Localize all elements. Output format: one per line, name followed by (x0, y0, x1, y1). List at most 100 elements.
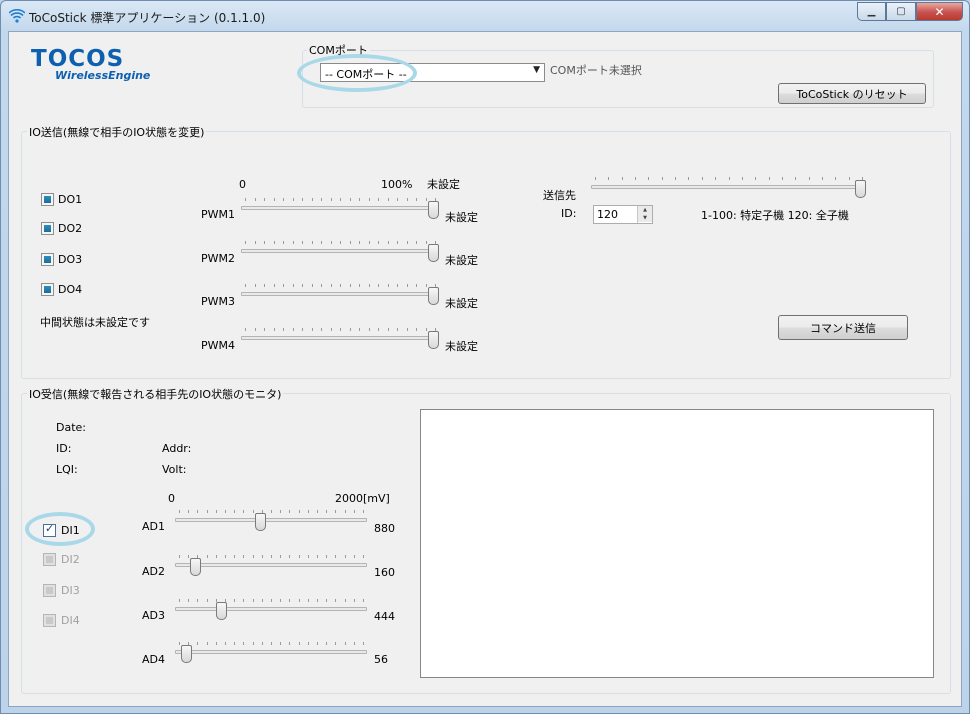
pwm1-slider[interactable] (241, 198, 439, 222)
slider-tick (397, 241, 398, 244)
io-send-group-label: IO送信(無線で相手のIO状態を変更) (27, 124, 207, 140)
slider-tick (344, 642, 346, 645)
reset-tocostick-button[interactable]: ToCoStick のリセット (778, 83, 926, 104)
slider-tick (330, 284, 332, 287)
slider-tick (261, 555, 263, 558)
destination-slider[interactable] (591, 177, 866, 201)
id-spinbox[interactable]: 120 ▲ ▼ (593, 205, 653, 224)
slider-tick (397, 328, 398, 331)
id-spinbox-value: 120 (597, 208, 618, 221)
slider-tick (326, 510, 328, 513)
slider-track (175, 518, 367, 522)
slider-tick (416, 284, 417, 287)
slider-tick (340, 241, 341, 244)
logo-wireless-engine: WirelessEngine (55, 69, 151, 82)
maximize-button[interactable]: ▢ (886, 2, 916, 21)
pwm4-slider[interactable] (241, 328, 439, 352)
slider-ticks (245, 198, 436, 202)
slider-tick (264, 198, 265, 201)
slider-tick (307, 599, 309, 602)
slider-thumb[interactable] (855, 180, 866, 198)
slider-tick (635, 177, 637, 180)
slider-ticks (179, 642, 364, 646)
slider-track (591, 185, 866, 189)
slider-tick (340, 284, 341, 287)
ad2-slider (175, 555, 367, 579)
received-log-listbox[interactable] (420, 409, 934, 678)
di4-checkbox[interactable] (43, 614, 56, 627)
slider-tick (292, 328, 294, 331)
slider-tick (368, 328, 370, 331)
slider-tick (821, 177, 823, 180)
slider-tick (363, 555, 364, 558)
pwm1-label: PWM1 (201, 208, 235, 221)
slider-tick (254, 241, 256, 244)
slider-tick (289, 510, 291, 513)
ad3-slider (175, 599, 367, 623)
slider-tick (197, 599, 199, 602)
slider-tick (197, 510, 199, 513)
send-command-button[interactable]: コマンド送信 (778, 315, 908, 340)
do4-checkbox[interactable] (41, 283, 54, 296)
id-label: ID: (561, 207, 577, 220)
ad4-label: AD4 (142, 653, 165, 666)
do3-checkbox[interactable] (41, 253, 54, 266)
do1-checkbox[interactable] (41, 193, 54, 206)
pwm3-slider[interactable] (241, 284, 439, 308)
pwm4-label: PWM4 (201, 339, 235, 352)
date-label: Date: (56, 421, 86, 434)
title-bar[interactable]: ToCoStick 標準アプリケーション (0.1.1.0) ▁ ▢ ✕ (1, 1, 969, 31)
slider-thumb (255, 513, 267, 531)
slider-thumb[interactable] (428, 201, 439, 219)
slider-tick (271, 555, 272, 558)
slider-tick (302, 284, 303, 287)
slider-tick (359, 198, 360, 201)
ad2-value: 160 (374, 566, 395, 579)
spin-down-icon[interactable]: ▼ (638, 214, 652, 222)
pwm3-status: 未設定 (445, 297, 478, 310)
slider-thumb (181, 645, 193, 663)
slider-tick (225, 510, 226, 513)
addr-label: Addr: (162, 442, 192, 455)
slider-tick (245, 284, 246, 287)
slider-tick (330, 241, 332, 244)
slider-thumb[interactable] (428, 331, 439, 349)
do2-checkbox[interactable] (41, 222, 54, 235)
slider-tick (425, 328, 427, 331)
slider-tick (289, 599, 291, 602)
slider-tick (298, 510, 300, 513)
slider-tick (648, 177, 650, 180)
slider-tick (621, 177, 623, 180)
slider-tick (595, 177, 596, 180)
di3-label: DI3 (61, 584, 80, 597)
slider-tick (406, 284, 408, 287)
slider-tick (234, 642, 236, 645)
slider-tick (330, 328, 332, 331)
di2-label: DI2 (61, 553, 80, 566)
client-area: TOCOS WirelessEngine COMポート -- COMポート --… (8, 31, 962, 707)
slider-thumb[interactable] (428, 287, 439, 305)
slider-tick (387, 198, 389, 201)
pwm1-status: 未設定 (445, 211, 478, 224)
ad-scale-max: 2000[mV] (335, 492, 390, 505)
pwm2-slider[interactable] (241, 241, 439, 265)
slider-track (175, 607, 367, 611)
volt-label: Volt: (162, 463, 187, 476)
di2-checkbox[interactable] (43, 553, 56, 566)
ad4-slider (175, 642, 367, 666)
slider-thumb[interactable] (428, 244, 439, 262)
slider-tick (425, 241, 427, 244)
spin-up-icon[interactable]: ▲ (638, 206, 652, 214)
di3-checkbox[interactable] (43, 584, 56, 597)
minimize-button[interactable]: ▁ (857, 2, 886, 21)
slider-tick (280, 642, 282, 645)
slider-tick (359, 284, 360, 287)
close-button[interactable]: ✕ (916, 2, 963, 21)
slider-tick (273, 198, 275, 201)
slider-tick (808, 177, 810, 180)
slider-tick (378, 198, 379, 201)
slider-tick (387, 241, 389, 244)
pwm2-status: 未設定 (445, 254, 478, 267)
slider-tick (188, 510, 190, 513)
recv-id-label: ID: (56, 442, 72, 455)
